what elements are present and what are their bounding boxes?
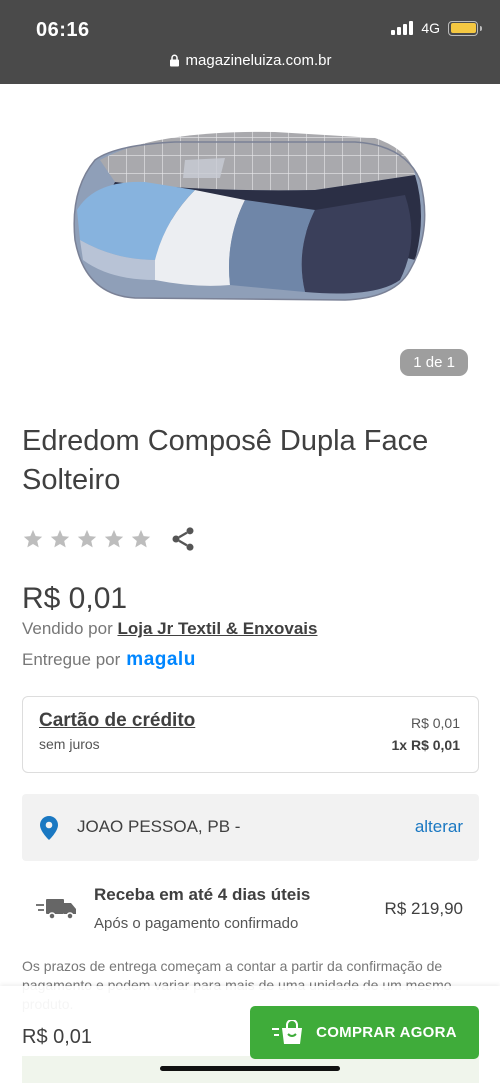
shopping-bag-icon — [272, 1019, 303, 1044]
seller-link[interactable]: Loja Jr Textil & Enxovais — [117, 619, 317, 638]
shipping-price: R$ 219,90 — [384, 899, 463, 918]
delivered-row: Entregue por magalu — [22, 649, 196, 671]
bottom-price: R$ 0,01 — [22, 1026, 93, 1048]
location-box: JOAO PESSOA, PB - alterar — [22, 794, 479, 861]
star-icon — [50, 529, 70, 548]
buy-now-label: COMPRAR AGORA — [316, 1024, 457, 1041]
share-icon[interactable] — [169, 525, 197, 553]
status-time: 06:16 — [36, 19, 90, 41]
star-icon — [104, 529, 124, 548]
star-icon — [23, 529, 43, 548]
star-icon — [77, 529, 97, 548]
url-text: magazineluiza.com.br — [185, 52, 332, 69]
product-title: Edredom Composê Dupla Face Solteiro — [22, 425, 429, 496]
rating-row[interactable] — [22, 525, 197, 553]
bottom-purchase-bar: R$ 0,01 COMPRAR AGORA — [0, 986, 500, 1083]
status-bar: 06:16 4G magazineluiza.com.br — [0, 0, 500, 84]
location-city: JOAO PESSOA, PB - — [77, 817, 241, 836]
sold-by-label: Vendido por — [22, 619, 113, 638]
gallery-counter: 1 de 1 — [400, 349, 468, 376]
delivered-by-label: Entregue por — [22, 650, 121, 669]
url-bar[interactable]: magazineluiza.com.br — [0, 52, 500, 69]
lock-icon — [169, 54, 179, 67]
battery-icon — [448, 20, 482, 36]
star-icon — [131, 529, 151, 548]
change-location-link[interactable]: alterar — [415, 817, 463, 837]
signal-icon — [391, 21, 414, 35]
home-indicator — [160, 1066, 340, 1071]
payment-installment: 1x R$ 0,01 — [391, 737, 461, 753]
shipping-title: Receba em até 4 dias úteis — [94, 885, 311, 904]
network-label: 4G — [421, 20, 440, 36]
shipping-subtitle: Após o pagamento confirmado — [94, 915, 299, 932]
status-indicators: 4G — [391, 20, 482, 36]
payment-subtitle: sem juros — [39, 736, 100, 752]
payment-title[interactable]: Cartão de crédito — [39, 710, 195, 732]
payment-total: R$ 0,01 — [410, 715, 460, 731]
truck-icon — [36, 899, 76, 920]
location-pin-icon — [40, 816, 58, 840]
magalu-logo: magalu — [126, 649, 196, 670]
seller-row: Vendido por Loja Jr Textil & Enxovais — [22, 619, 317, 639]
product-image[interactable] — [55, 120, 445, 310]
payment-card[interactable]: Cartão de crédito sem juros R$ 0,01 1x R… — [22, 696, 479, 773]
product-price: R$ 0,01 — [22, 582, 128, 615]
buy-now-button[interactable]: COMPRAR AGORA — [250, 1006, 479, 1059]
